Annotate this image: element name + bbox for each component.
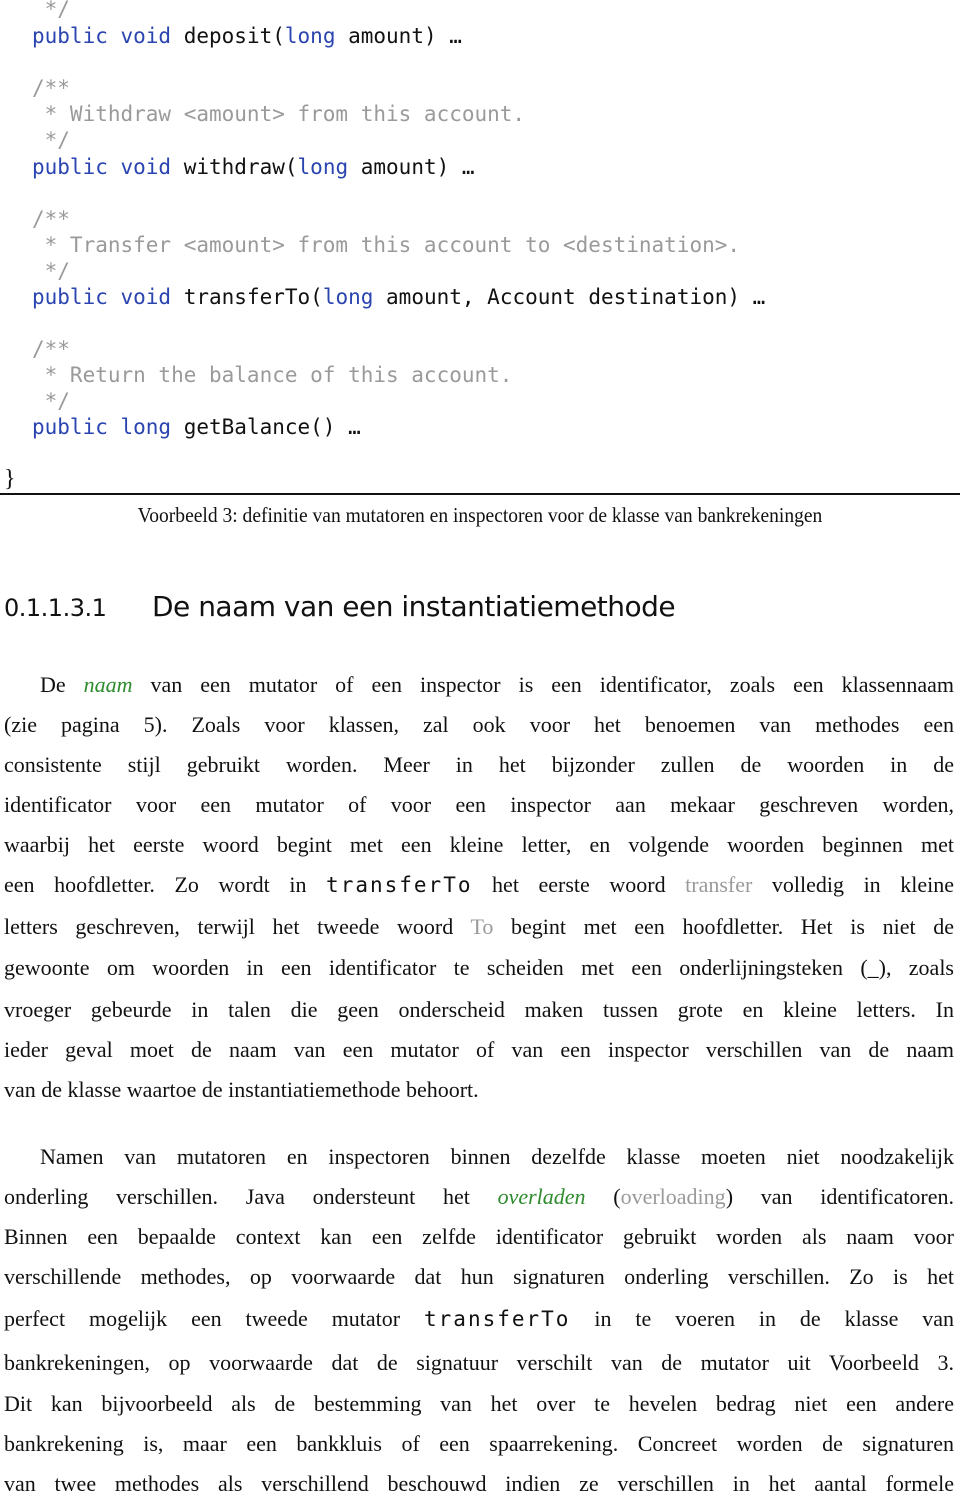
code-transferto: transferTo (424, 1307, 571, 1331)
caption-rule (0, 493, 960, 495)
term-overladen: overladen (497, 1184, 586, 1209)
text: perfect mogelijk een tweede mutator (4, 1306, 425, 1331)
method-signature-getbalance: public long getBalance() … (32, 414, 361, 440)
method-name: transferTo( (183, 285, 323, 309)
comment-end: */ (32, 259, 70, 283)
text-line: gewoonte om woorden in een identificator… (4, 955, 954, 980)
comment-end: */ (32, 0, 70, 21)
figure-caption: Voorbeeld 3: definitie van mutatoren en … (137, 503, 823, 527)
word-overloading: overloading (620, 1184, 726, 1209)
word-transfer: transfer (685, 872, 753, 897)
param-type: long (284, 24, 336, 48)
text-line: een hoofdletter. Zo wordt in transferTo … (4, 870, 954, 900)
text: het eerste woord (472, 872, 686, 897)
params: amount, Account destination) … (373, 285, 766, 309)
text-line: Dit kan bijvoorbeeld als de bestemming v… (4, 1391, 954, 1416)
text-line: Namen van mutatoren en inspectoren binne… (40, 1144, 954, 1169)
comment-text: * Transfer <amount> from this account to… (32, 233, 741, 257)
section-heading: 0.1.1.3.1 De naam van een instantiatiemet… (4, 590, 676, 623)
text-line: consistente stijl gebruikt worden. Meer … (4, 752, 954, 777)
text-line: vroeger gebeurde in talen die geen onder… (4, 997, 954, 1022)
text: De (40, 672, 84, 697)
text: letters geschreven, terwijl het tweede w… (4, 914, 471, 939)
section-number: 0.1.1.3.1 (4, 594, 107, 622)
text: in te voeren in de klasse van (570, 1306, 954, 1331)
comment-end: */ (32, 128, 70, 152)
text: ) van identificatoren. (725, 1184, 954, 1209)
closing-brace: } (4, 466, 16, 492)
text: onderling verschillen. Java ondersteunt … (4, 1184, 498, 1209)
method-name: getBalance() … (183, 415, 361, 439)
text-line: (zie pagina 5). Zoals voor klassen, zal … (4, 712, 954, 737)
text-line: identificator voor een mutator of voor e… (4, 792, 954, 817)
text-line: bankrekening is, maar een bankkluis of e… (4, 1431, 954, 1456)
text-line: van twee methodes als verschillend besch… (4, 1471, 954, 1496)
text-line: van de klasse waartoe de instantiatiemet… (4, 1077, 479, 1102)
text: begint met een hoofdletter. Het is niet … (493, 914, 955, 939)
section-title: De naam van een instantiatiemethode (152, 590, 676, 623)
code-transferto: transferTo (326, 873, 473, 897)
text-line: De naam van een mutator of een inspector… (4, 670, 954, 700)
params: amount) … (335, 24, 462, 48)
method-name: withdraw( (183, 155, 298, 179)
method-signature-deposit: public void deposit(long amount) … (32, 23, 462, 49)
text: van een mutator of een inspector is een … (132, 672, 955, 697)
comment-start: /** (32, 207, 70, 231)
text: volledig in kleine (752, 872, 954, 897)
text: ( (585, 1184, 621, 1209)
term-naam: naam (83, 672, 133, 697)
method-signature-transferto: public void transferTo(long amount, Acco… (32, 284, 765, 310)
param-type: long (297, 155, 349, 179)
keyword: public void (32, 24, 172, 48)
keyword: public void (32, 285, 172, 309)
method-signature-withdraw: public void withdraw(long amount) … (32, 154, 475, 180)
text-line: perfect mogelijk een tweede mutator tran… (4, 1304, 954, 1334)
text-line: waarbij het eerste woord begint met een … (4, 832, 954, 857)
text-line: Binnen een bepaalde context kan een zelf… (4, 1224, 954, 1249)
text-line: letters geschreven, terwijl het tweede w… (4, 912, 954, 942)
comment-text: * Withdraw <amount> from this account. (32, 102, 526, 126)
text-line: onderling verschillen. Java ondersteunt … (4, 1182, 954, 1212)
method-name: deposit( (183, 24, 285, 48)
params: amount) … (348, 155, 475, 179)
param-type: long (322, 285, 374, 309)
comment-start: /** (32, 76, 70, 100)
comment-end: */ (32, 389, 70, 413)
word-to: To (470, 914, 494, 939)
text: een hoofdletter. Zo wordt in (4, 872, 327, 897)
text-line: ieder geval moet de naam van een mutator… (4, 1037, 954, 1062)
keyword: public void (32, 155, 172, 179)
keyword: public long (32, 415, 172, 439)
comment-start: /** (32, 337, 70, 361)
text-line: bankrekeningen, op voorwaarde dat de sig… (4, 1350, 954, 1375)
comment-text: * Return the balance of this account. (32, 363, 513, 387)
text-line: verschillende methodes, op voorwaarde da… (4, 1264, 954, 1289)
